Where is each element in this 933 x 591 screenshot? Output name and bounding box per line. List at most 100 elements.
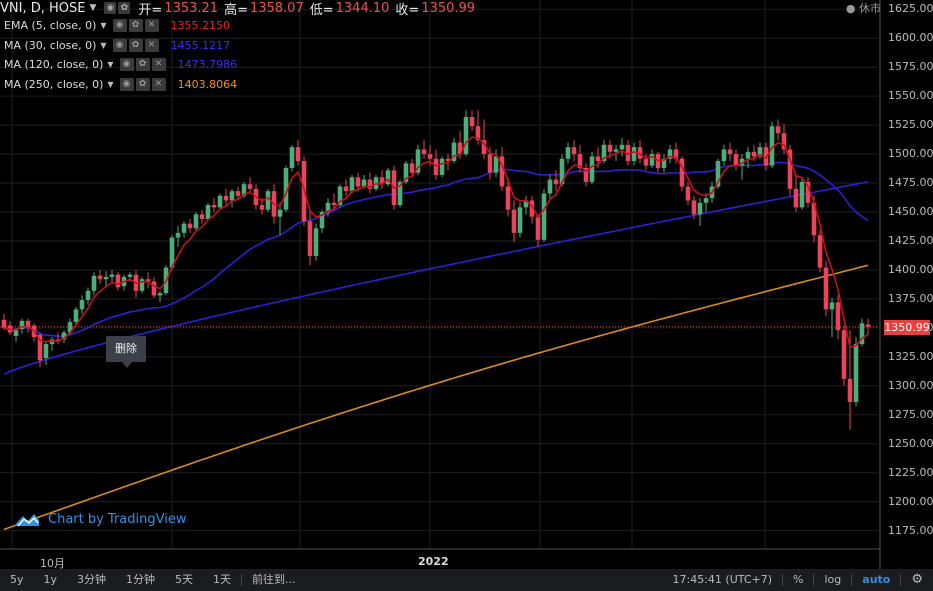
symbol-dropdown-icon[interactable]: ▼ bbox=[89, 3, 96, 13]
price-tick-label: 1250.00 bbox=[888, 436, 933, 450]
time-axis-label-2022: 2022 bbox=[418, 555, 449, 568]
candle-body bbox=[553, 179, 559, 185]
indicator-ma-30[interactable]: MA (30, close, 0) ▼ ◉ ✿ ✕ 1455.1217 bbox=[4, 37, 230, 53]
symbol-label[interactable]: VNI, D, HOSE bbox=[0, 1, 85, 16]
eye-icon[interactable]: ◉ bbox=[119, 77, 134, 91]
indicator-label[interactable]: MA (30, close, 0) bbox=[4, 39, 96, 52]
range-1d[interactable]: 1天 bbox=[203, 569, 241, 591]
candle-body bbox=[619, 144, 625, 150]
close-icon[interactable]: ✕ bbox=[151, 57, 166, 71]
candle-body bbox=[223, 195, 229, 201]
range-1y[interactable]: 1y bbox=[34, 569, 68, 591]
candle-body bbox=[199, 214, 205, 219]
candle-body bbox=[793, 188, 799, 208]
ma-250-line bbox=[3, 264, 869, 531]
candle-body bbox=[79, 300, 85, 310]
close-icon[interactable]: ✕ bbox=[144, 18, 159, 32]
indicator-label[interactable]: EMA (5, close, 0) bbox=[4, 19, 96, 32]
chevron-down-icon[interactable]: ▼ bbox=[100, 21, 106, 30]
candle-body bbox=[775, 126, 781, 134]
candle-body bbox=[73, 309, 79, 323]
candle-body bbox=[97, 275, 103, 280]
eye-icon[interactable]: ◉ bbox=[104, 2, 117, 14]
eye-icon[interactable]: ◉ bbox=[112, 38, 127, 52]
candle-body bbox=[595, 156, 601, 162]
ma-30-line bbox=[3, 161, 869, 338]
current-price-label: 1350.99 bbox=[884, 319, 930, 335]
chevron-down-icon[interactable]: ▼ bbox=[107, 80, 113, 89]
candle-body bbox=[277, 209, 283, 217]
price-tick-label: 1200.00 bbox=[888, 494, 933, 508]
candle-body bbox=[835, 302, 841, 331]
indicator-label[interactable]: MA (120, close, 0) bbox=[4, 58, 103, 71]
candle-body bbox=[193, 214, 199, 229]
price-tick-label: 1600.00 bbox=[888, 31, 933, 45]
candle-body bbox=[565, 147, 571, 159]
price-tick-label: 1450.00 bbox=[888, 205, 933, 219]
candle-body bbox=[175, 232, 181, 238]
price-tick-label: 1425.00 bbox=[888, 233, 933, 247]
candle-body bbox=[427, 154, 433, 159]
candle-body bbox=[727, 149, 733, 155]
candle-body bbox=[361, 179, 367, 187]
log-toggle[interactable]: log bbox=[814, 569, 851, 591]
indicator-label[interactable]: MA (250, close, 0) bbox=[4, 78, 103, 91]
candle-body bbox=[547, 179, 553, 194]
candle-body bbox=[355, 177, 361, 187]
tradingview-watermark[interactable]: Chart by TradingView bbox=[14, 511, 186, 527]
candle-body bbox=[505, 186, 511, 210]
gear-icon[interactable]: ⚙ bbox=[901, 569, 933, 591]
candle-body bbox=[151, 281, 157, 296]
percent-toggle[interactable]: % bbox=[783, 569, 813, 591]
candle-body bbox=[469, 117, 475, 127]
range-1min[interactable]: 1分钟 bbox=[116, 569, 165, 591]
eye-icon[interactable]: ◉ bbox=[112, 18, 127, 32]
candle-body bbox=[799, 181, 805, 208]
delete-tooltip[interactable]: 删除 bbox=[106, 336, 146, 368]
candle-body bbox=[43, 344, 49, 358]
indicator-ma-250[interactable]: MA (250, close, 0) ▼ ◉ ✿ ✕ 1403.8064 bbox=[4, 76, 237, 92]
candle-body bbox=[139, 279, 145, 291]
open-label: 开= bbox=[138, 2, 163, 18]
candle-body bbox=[643, 158, 649, 166]
candle-body bbox=[463, 117, 469, 155]
chevron-down-icon[interactable]: ▼ bbox=[100, 41, 106, 50]
candle-body bbox=[697, 202, 703, 215]
close-icon[interactable]: ✕ bbox=[151, 77, 166, 91]
candle-body bbox=[205, 205, 211, 219]
price-tick-label: 1550.00 bbox=[888, 89, 933, 103]
clock[interactable]: 17:45:41 (UTC+7) bbox=[663, 569, 783, 591]
indicator-value: 1403.8064 bbox=[177, 77, 238, 91]
candle-body bbox=[511, 209, 517, 233]
gear-icon[interactable]: ✿ bbox=[128, 38, 143, 52]
watermark-text: Chart by TradingView bbox=[48, 511, 187, 527]
chart-header: VNI, D, HOSE ▼ ◉ ✿ 开= 1353.21 高= 1358.07 低=… bbox=[0, 0, 475, 18]
eye-icon[interactable]: ◉ bbox=[119, 57, 134, 71]
candle-body bbox=[721, 149, 727, 162]
close-icon[interactable]: ✕ bbox=[144, 38, 159, 52]
close-label: 收= bbox=[395, 2, 420, 18]
gear-icon[interactable]: ✿ bbox=[135, 77, 150, 91]
candle-body bbox=[211, 205, 217, 208]
candle-body bbox=[649, 154, 655, 166]
settings-icon[interactable]: ✿ bbox=[118, 2, 131, 14]
gear-icon[interactable]: ✿ bbox=[128, 18, 143, 32]
chevron-down-icon[interactable]: ▼ bbox=[107, 60, 113, 69]
candle-body bbox=[103, 276, 109, 280]
market-status: ● 休市 bbox=[845, 2, 881, 15]
auto-scale-toggle[interactable]: auto bbox=[852, 569, 900, 591]
indicator-ma-120[interactable]: MA (120, close, 0) ▼ ◉ ✿ ✕ 1473.7986 bbox=[4, 56, 237, 72]
range-5y[interactable]: 5y bbox=[0, 569, 34, 591]
price-tick-label: 1475.00 bbox=[888, 176, 933, 190]
tradingview-logo-icon bbox=[15, 514, 39, 527]
gear-icon[interactable]: ✿ bbox=[135, 57, 150, 71]
candle-body bbox=[439, 158, 445, 175]
price-tick-label: 1500.00 bbox=[888, 147, 933, 161]
goto-date-button[interactable]: 前往到... bbox=[242, 569, 306, 591]
range-3min[interactable]: 3分钟 bbox=[67, 569, 116, 591]
range-5d[interactable]: 5天 bbox=[165, 569, 203, 591]
low-value: 1344.10 bbox=[335, 0, 390, 16]
indicator-ema-5[interactable]: EMA (5, close, 0) ▼ ◉ ✿ ✕ 1355.2150 bbox=[4, 17, 230, 33]
price-tick-label: 1275.00 bbox=[888, 407, 933, 421]
candle-body bbox=[259, 205, 265, 210]
